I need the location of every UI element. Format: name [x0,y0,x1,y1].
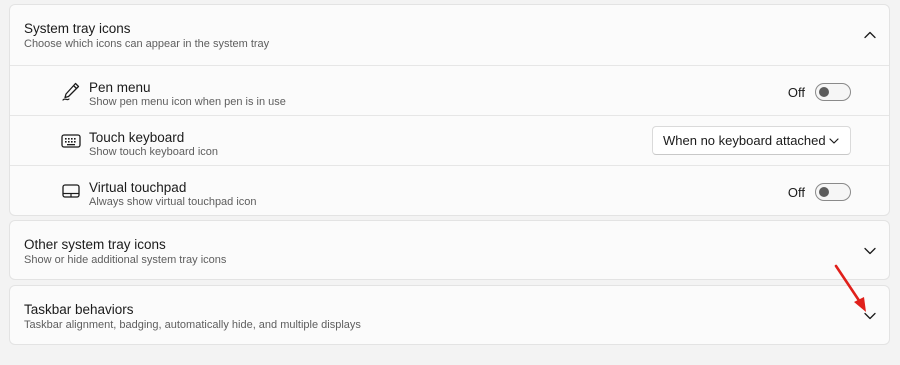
virtual-touchpad-toggle[interactable] [815,183,851,201]
touch-keyboard-row: Touch keyboard Show touch keyboard icon … [10,115,889,165]
dropdown-selected-value: When no keyboard attached [663,133,826,148]
keyboard-icon [61,134,81,148]
toggle-knob [819,87,829,97]
section-title: Taskbar behaviors [24,302,134,317]
pen-menu-subtitle: Show pen menu icon when pen is in use [89,96,286,108]
taskbar-behaviors-section[interactable]: Taskbar behaviors Taskbar alignment, bad… [9,285,890,345]
pen-menu-toggle-state: Off [787,85,805,100]
system-tray-icons-header[interactable]: System tray icons Choose which icons can… [10,5,889,65]
section-subtitle: Taskbar alignment, badging, automaticall… [24,319,361,331]
virtual-touchpad-subtitle: Always show virtual touchpad icon [89,196,257,208]
chevron-up-icon[interactable] [863,28,877,42]
section-subtitle: Show or hide additional system tray icon… [24,254,227,266]
touch-keyboard-title: Touch keyboard [89,130,185,145]
section-subtitle: Choose which icons can appear in the sys… [24,38,270,50]
settings-page: System tray icons Choose which icons can… [0,0,900,365]
virtual-touchpad-title: Virtual touchpad [89,180,187,195]
chevron-down-icon[interactable] [863,244,877,258]
other-system-tray-icons-section[interactable]: Other system tray icons Show or hide add… [9,220,890,280]
pen-menu-title: Pen menu [89,80,151,95]
system-tray-icons-section: System tray icons Choose which icons can… [9,4,890,216]
virtual-touchpad-row: Virtual touchpad Always show virtual tou… [10,165,889,215]
virtual-touchpad-toggle-state: Off [787,185,805,200]
annotation-arrow-icon [834,264,866,312]
touch-keyboard-subtitle: Show touch keyboard icon [89,146,219,158]
toggle-knob [819,187,829,197]
pen-menu-row: Pen menu Show pen menu icon when pen is … [10,65,889,115]
pen-menu-toggle[interactable] [815,83,851,101]
pen-icon [62,82,80,101]
chevron-down-icon [829,138,839,144]
touch-keyboard-dropdown[interactable]: When no keyboard attached [652,126,851,155]
section-title: System tray icons [24,21,131,36]
section-title: Other system tray icons [24,237,166,252]
touchpad-icon [62,184,80,198]
